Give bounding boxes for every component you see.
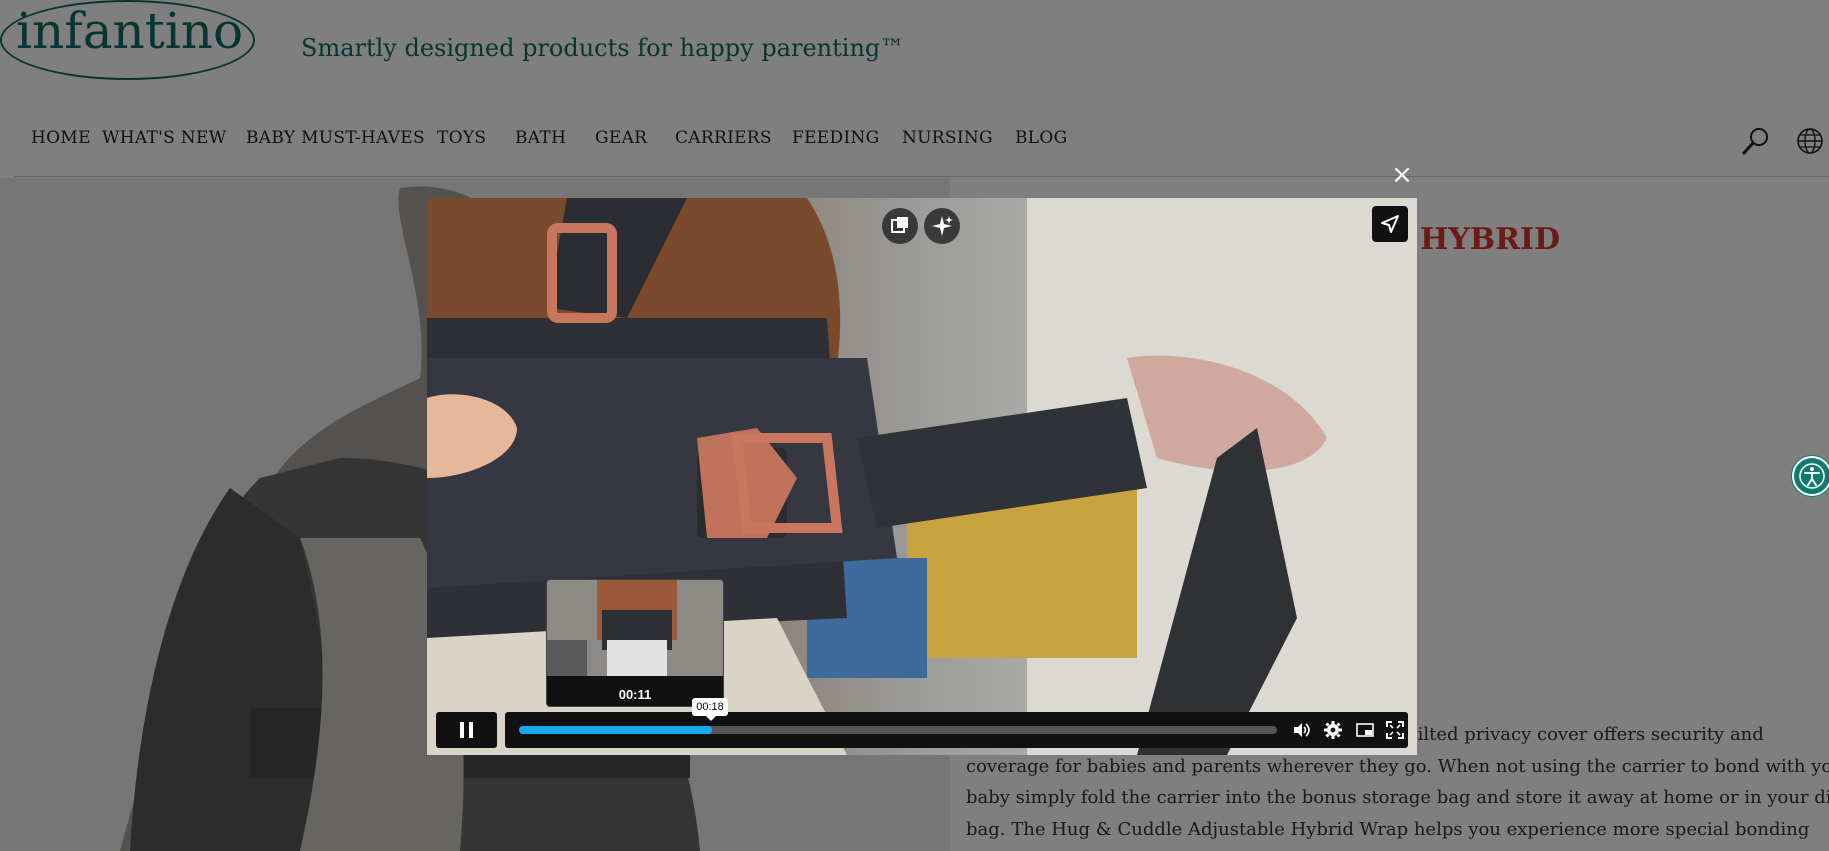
- miniplayer-icon[interactable]: [1355, 720, 1375, 740]
- progress-bar[interactable]: [519, 726, 1277, 734]
- video-controls: [436, 712, 1408, 748]
- progress-fill: [519, 726, 713, 734]
- preview-frame: [547, 580, 723, 676]
- pause-icon: [460, 722, 473, 738]
- fullscreen-icon[interactable]: [1385, 720, 1405, 740]
- sparkle-icon[interactable]: [924, 208, 960, 244]
- close-modal-button[interactable]: ×: [1390, 162, 1414, 188]
- pause-button[interactable]: [436, 712, 497, 748]
- accessibility-button[interactable]: [1792, 456, 1829, 496]
- control-bar: [505, 712, 1408, 748]
- accessibility-icon: [1799, 463, 1825, 489]
- volume-icon[interactable]: [1291, 720, 1311, 740]
- gear-icon[interactable]: [1323, 720, 1343, 740]
- hover-time-tooltip: 00:18: [692, 698, 728, 721]
- send-icon: [1381, 215, 1399, 233]
- preview-thumbnail: 00:11: [546, 579, 724, 707]
- picture-in-picture-icon[interactable]: [882, 208, 918, 244]
- share-button[interactable]: [1372, 206, 1408, 242]
